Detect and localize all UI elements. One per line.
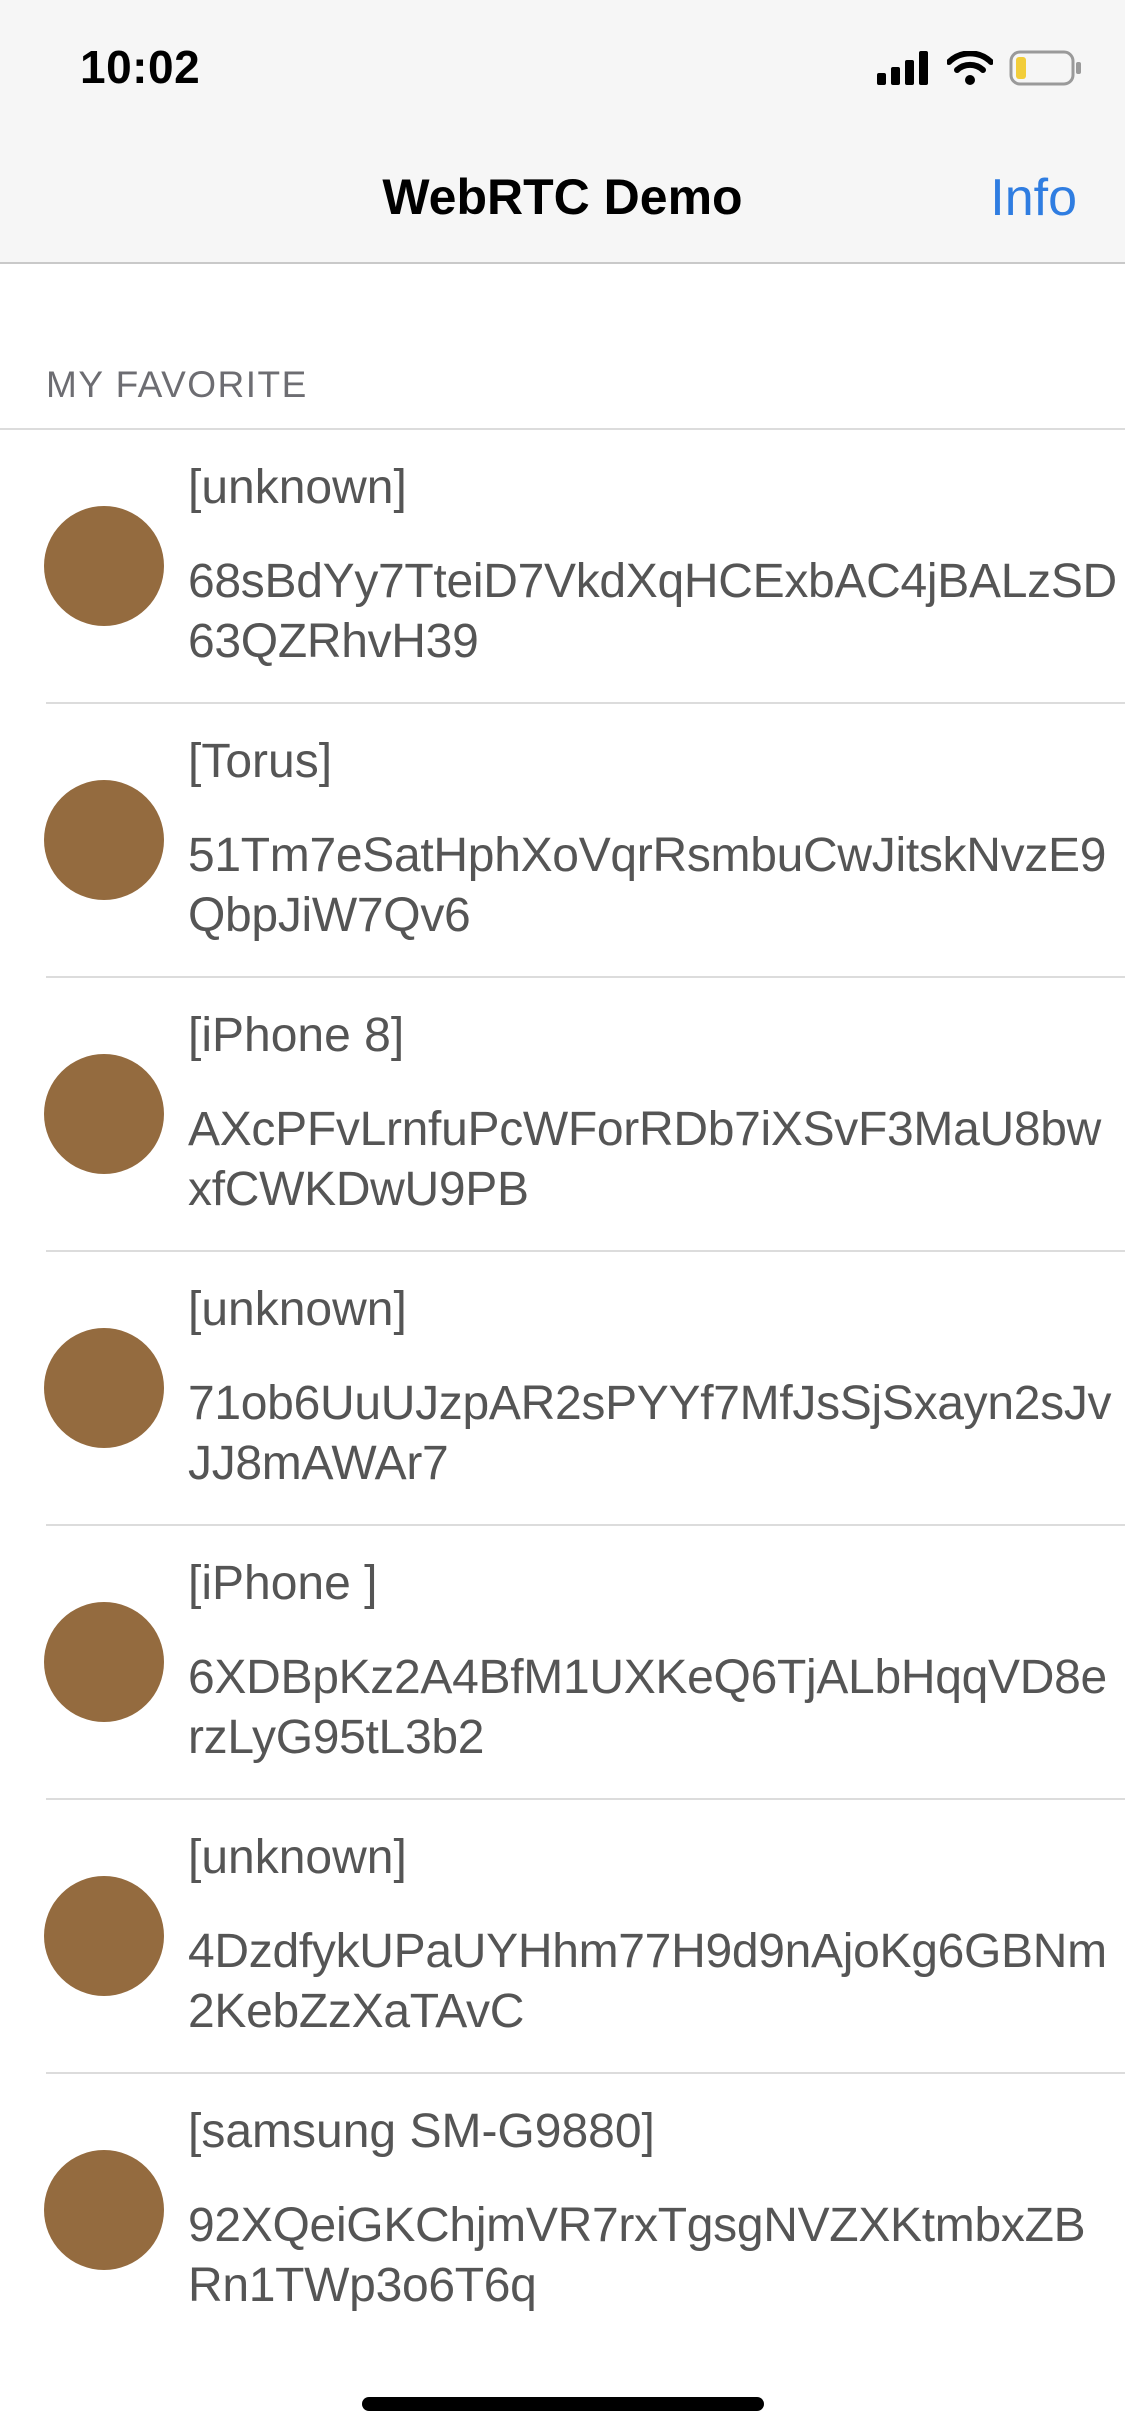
device-id: 51Tm7eSatHphXoVqrRsmbuCwJitskNvzE9QbpJiW… xyxy=(188,829,1107,942)
device-id: 4DzdfykUPaUYHhm77H9d9nAjoKg6GBNm2KebZzXa… xyxy=(188,1925,1107,2038)
device-name: [unknown] xyxy=(188,1283,407,1336)
device-name: [Torus] xyxy=(188,735,333,788)
device-name: [samsung SM-G9880] xyxy=(188,2105,655,2158)
avatar xyxy=(44,780,164,900)
list-item[interactable]: [iPhone 8] AXcPFvLrnfuPcWForRDb7iXSvF3Ma… xyxy=(0,978,1125,1252)
device-name: [unknown] xyxy=(188,1831,407,1884)
list-item[interactable]: [unknown] 68sBdYy7TteiD7VkdXqHCExbAC4jBA… xyxy=(0,430,1125,704)
page-title: WebRTC Demo xyxy=(382,169,743,225)
top-bar: 10:02 WebRTC Demo Info xyxy=(0,0,1125,264)
avatar xyxy=(44,1602,164,1722)
avatar xyxy=(44,1054,164,1174)
section-header: MY FAVORITE xyxy=(46,364,308,405)
device-name: [iPhone ] xyxy=(188,1557,378,1610)
device-name: [iPhone 8] xyxy=(188,1009,405,1062)
avatar xyxy=(44,1876,164,1996)
list-item[interactable]: [Torus] 51Tm7eSatHphXoVqrRsmbuCwJitskNvz… xyxy=(0,704,1125,978)
device-id: 71ob6UuUJzpAR2sPYYf7MfJsSjSxayn2sJvJJ8mA… xyxy=(188,1377,1112,1490)
list-item[interactable]: [unknown] 4DzdfykUPaUYHhm77H9d9nAjoKg6GB… xyxy=(0,1800,1125,2074)
device-id: AXcPFvLrnfuPcWForRDb7iXSvF3MaU8bwxfCWKDw… xyxy=(188,1103,1102,1216)
avatar xyxy=(44,2150,164,2270)
battery-low-icon xyxy=(1009,50,1081,86)
wifi-icon xyxy=(947,51,993,85)
status-icons xyxy=(877,48,1083,88)
info-button[interactable]: Info xyxy=(990,168,1077,228)
list-item[interactable]: [samsung SM-G9880] 92XQeiGKChjmVR7rxTgsg… xyxy=(0,2074,1125,2348)
list-item[interactable]: [unknown] 71ob6UuUJzpAR2sPYYf7MfJsSjSxay… xyxy=(0,1252,1125,1526)
cellular-signal-icon xyxy=(877,51,928,85)
avatar xyxy=(44,506,164,626)
device-id: 6XDBpKz2A4BfM1UXKeQ6TjALbHqqVD8erzLyG95t… xyxy=(188,1651,1107,1764)
device-name: [unknown] xyxy=(188,461,407,514)
list-item[interactable]: [iPhone ] 6XDBpKz2A4BfM1UXKeQ6TjALbHqqVD… xyxy=(0,1526,1125,1800)
device-id: 68sBdYy7TteiD7VkdXqHCExbAC4jBALzSD63QZRh… xyxy=(188,555,1117,668)
status-time: 10:02 xyxy=(80,41,201,93)
home-indicator[interactable] xyxy=(362,2397,764,2411)
device-list: [unknown] 68sBdYy7TteiD7VkdXqHCExbAC4jBA… xyxy=(0,428,1125,2348)
device-id: 92XQeiGKChjmVR7rxTgsgNVZXKtmbxZBRn1TWp3o… xyxy=(188,2199,1086,2312)
avatar xyxy=(44,1328,164,1448)
